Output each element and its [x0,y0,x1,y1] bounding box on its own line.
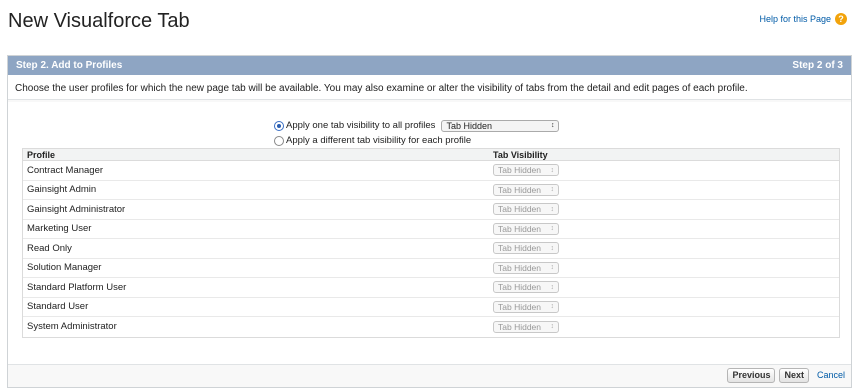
tab-visibility-select[interactable]: Tab Hidden ↕ [493,242,559,255]
tab-visibility-cell: Tab Hidden ↕ [493,164,559,177]
step-description: Choose the user profiles for which the n… [8,75,851,100]
tab-visibility-cell: Tab Hidden ↕ [493,281,559,294]
tab-visibility-cell: Tab Hidden ↕ [493,242,559,255]
tab-visibility-cell: Tab Hidden ↕ [493,261,559,274]
step-title: Step 2. Add to Profiles [16,60,123,71]
tab-visibility-select[interactable]: Tab Hidden ↕ [493,300,559,313]
radio-all-profiles[interactable] [274,120,284,131]
tab-visibility-select[interactable]: Tab Hidden ↕ [493,281,559,294]
tab-visibility-cell: Tab Hidden ↕ [493,183,559,196]
visibility-options: Apply one tab visibility to all profiles… [274,118,560,148]
tab-visibility-value: Tab Hidden [498,223,542,234]
tab-visibility-value: Tab Hidden [498,184,542,195]
step-body: Apply one tab visibility to all profiles… [8,102,851,365]
select-arrows-icon: ↕ [550,186,555,194]
profile-name: Marketing User [27,223,92,235]
help-icon[interactable]: ? [835,13,847,25]
step-counter: Step 2 of 3 [792,60,843,71]
table-row: Standard User Tab Hidden ↕ [23,298,839,317]
profile-name: Standard Platform User [27,281,127,293]
visibility-all-select[interactable]: Tab Hidden ↕ [441,119,560,132]
tab-visibility-cell: Tab Hidden ↕ [493,320,559,333]
profile-name: Contract Manager [27,164,104,176]
option-all-label[interactable]: Apply one tab visibility to all profiles [286,120,435,131]
table-row: Read Only Tab Hidden ↕ [23,239,839,259]
table-row: Gainsight Administrator Tab Hidden ↕ [23,200,839,220]
option-all-row[interactable]: Apply one tab visibility to all profiles… [274,118,560,133]
option-each-label[interactable]: Apply a different tab visibility for eac… [286,135,471,146]
table-row: Gainsight Admin Tab Hidden ↕ [23,181,839,200]
tab-visibility-value: Tab Hidden [498,321,542,332]
tab-visibility-select[interactable]: Tab Hidden ↕ [493,261,559,274]
next-button[interactable]: Next [779,367,809,383]
tab-visibility-value: Tab Hidden [498,204,542,215]
tab-visibility-select[interactable]: Tab Hidden ↕ [493,164,559,177]
profiles-table: Profile Tab Visibility Contract Manager T… [22,148,840,338]
tab-visibility-value: Tab Hidden [498,262,542,273]
tab-visibility-value: Tab Hidden [498,165,542,176]
tab-visibility-cell: Tab Hidden ↕ [493,300,559,313]
table-row: Marketing User Tab Hidden ↕ [23,220,839,239]
select-arrows-icon: ↕ [550,225,555,233]
table-body: Contract Manager Tab Hidden ↕ Gainsight Adm… [23,161,839,337]
cancel-link[interactable]: Cancel [813,370,845,380]
tab-visibility-cell: Tab Hidden ↕ [493,222,559,235]
previous-button[interactable]: Previous [727,367,776,383]
tab-visibility-cell: Tab Hidden ↕ [493,203,559,216]
select-arrows-icon: ↕ [550,264,555,272]
step-panel: Step 2. Add to Profiles Step 2 of 3 Choo… [7,55,852,388]
select-arrows-icon: ↕ [550,283,555,291]
profile-name: Read Only [27,242,72,254]
tab-visibility-value: Tab Hidden [498,282,542,293]
step-header: Step 2. Add to Profiles Step 2 of 3 [8,56,851,75]
select-arrows-icon: ↕ [550,166,555,174]
table-row: Solution Manager Tab Hidden ↕ [23,259,839,278]
select-arrows-icon: ↕ [550,303,555,311]
tab-visibility-select[interactable]: Tab Hidden ↕ [493,222,559,235]
profile-name: Solution Manager [27,262,102,274]
option-each-row[interactable]: Apply a different tab visibility for eac… [274,133,559,148]
tab-visibility-value: Tab Hidden [498,301,542,312]
profile-name: Standard User [27,301,89,313]
column-header-tab-visibility: Tab Visibility [493,149,548,160]
table-row: Standard Platform User Tab Hidden ↕ [23,278,839,298]
profile-name: Gainsight Administrator [27,203,126,215]
select-arrows-icon: ↕ [550,122,555,129]
help-link[interactable]: Help for this Page [759,14,831,24]
column-header-profile: Profile [27,149,56,160]
select-arrows-icon: ↕ [550,323,555,331]
visibility-all-select-value: Tab Hidden [446,120,492,131]
table-row: System Administrator Tab Hidden ↕ [23,317,839,337]
tab-visibility-value: Tab Hidden [498,243,542,254]
tab-visibility-select[interactable]: Tab Hidden ↕ [493,203,559,216]
page-title: New Visualforce Tab [8,10,190,32]
profile-name: Gainsight Admin [27,184,97,196]
help-area: Help for this Page ? [759,13,847,25]
profile-name: System Administrator [27,321,117,333]
table-row: Contract Manager Tab Hidden ↕ [23,161,839,181]
tab-visibility-select[interactable]: Tab Hidden ↕ [493,183,559,196]
tab-visibility-select[interactable]: Tab Hidden ↕ [493,320,559,333]
table-header: Profile Tab Visibility [23,149,839,161]
radio-each-profile[interactable] [274,135,284,146]
select-arrows-icon: ↕ [550,244,555,252]
select-arrows-icon: ↕ [550,205,555,213]
button-bar: Previous Next Cancel [8,363,851,387]
